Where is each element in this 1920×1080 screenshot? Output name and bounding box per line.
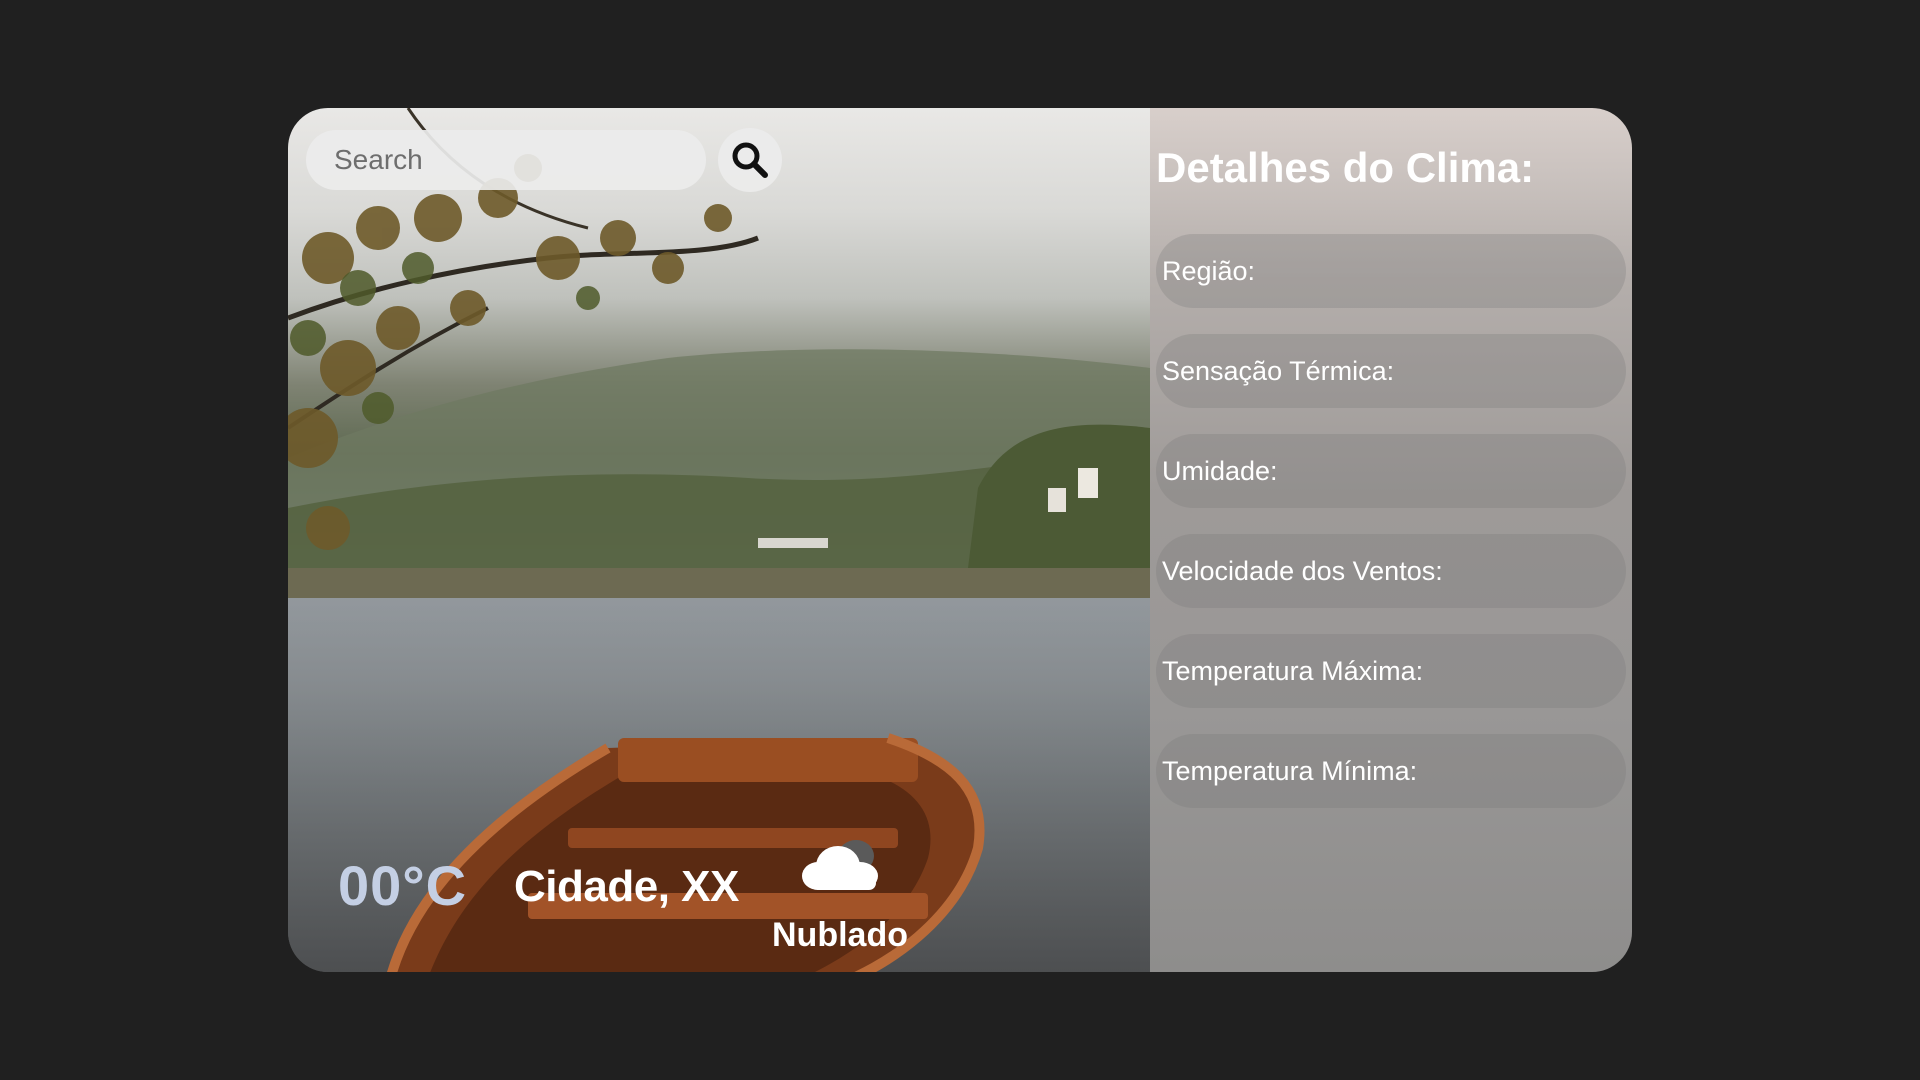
detail-label: Sensação Térmica: (1162, 355, 1395, 386)
details-title: Detalhes do Clima: (1156, 144, 1535, 191)
details-list: Região: Sensação Térmica: Umidade: Veloc… (1156, 234, 1632, 808)
temperature: 00°C (338, 854, 468, 917)
detail-label: Umidade: (1162, 455, 1278, 486)
search-icon (732, 142, 768, 178)
search-input[interactable] (306, 130, 706, 190)
detail-region: Região: (1156, 234, 1626, 308)
detail-max-temp: Temperatura Máxima: (1156, 634, 1626, 708)
search-button[interactable] (718, 128, 782, 192)
detail-feels-like: Sensação Térmica: (1156, 334, 1626, 408)
detail-label: Temperatura Mínima: (1162, 755, 1418, 786)
weather-details-panel: Detalhes do Clima: Região: Sensação Térm… (1150, 108, 1632, 972)
detail-wind-speed: Velocidade dos Ventos: (1156, 534, 1626, 608)
detail-min-temp: Temperatura Mínima: (1156, 734, 1626, 808)
boat (387, 733, 985, 972)
weather-card: 00°C Cidade, XX Nublado Detalhes do Clim… (288, 108, 1632, 972)
weather-condition: Nublado (772, 916, 908, 954)
background-image: 00°C Cidade, XX Nublado (288, 108, 1150, 972)
detail-label: Região: (1162, 255, 1256, 286)
search-bar (306, 128, 782, 192)
city-name: Cidade, XX (514, 862, 739, 911)
cloud-icon (802, 840, 878, 890)
detail-label: Velocidade dos Ventos: (1162, 555, 1443, 586)
detail-label: Temperatura Máxima: (1162, 655, 1424, 686)
detail-humidity: Umidade: (1156, 434, 1626, 508)
